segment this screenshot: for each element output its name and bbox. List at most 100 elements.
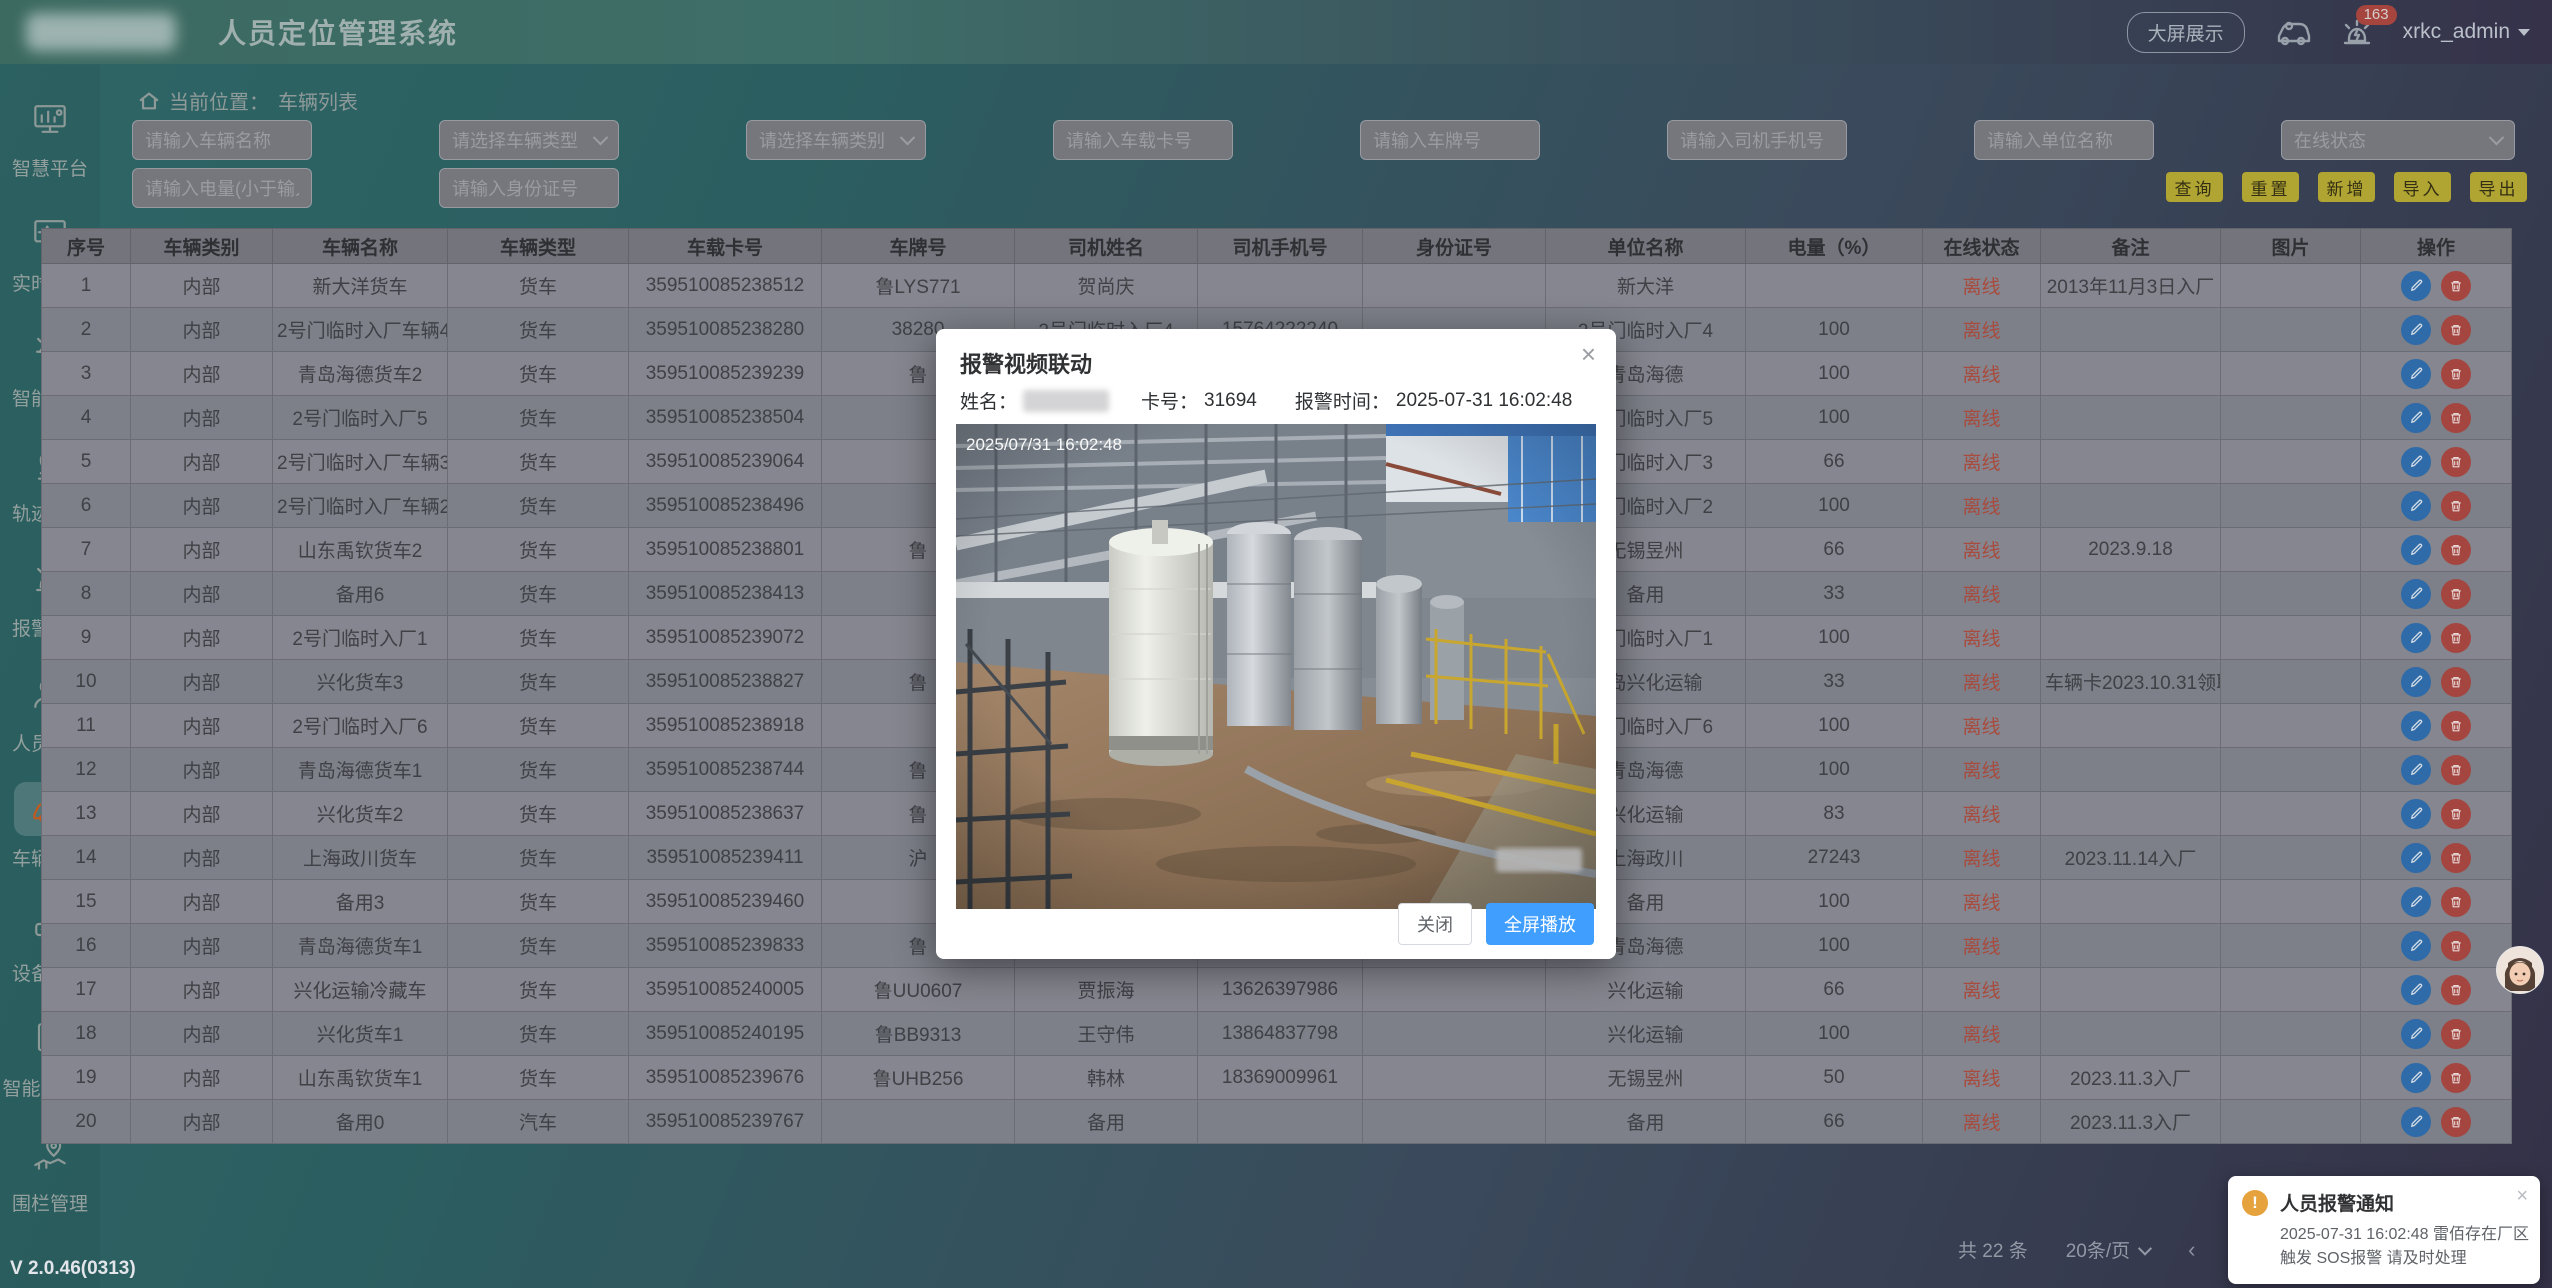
delete-button[interactable]	[2441, 579, 2471, 609]
edit-button[interactable]	[2401, 667, 2431, 697]
edit-button[interactable]	[2401, 799, 2431, 829]
delete-button[interactable]	[2441, 491, 2471, 521]
table-cell: 内部	[131, 1100, 273, 1144]
table-cell	[2221, 264, 2361, 308]
edit-button[interactable]	[2401, 271, 2431, 301]
alarm-notification-icon[interactable]: 163	[2341, 17, 2373, 47]
table-cell: 兴化运输	[1546, 968, 1746, 1012]
table-cell: 2号门临时入厂6	[273, 704, 448, 748]
table-cell: 100	[1746, 352, 1923, 396]
edit-button[interactable]	[2401, 931, 2431, 961]
delete-button[interactable]	[2441, 1107, 2471, 1137]
delete-button[interactable]	[2441, 1019, 2471, 1049]
add-button[interactable]: 新增	[2318, 172, 2375, 202]
sidebar-item-platform[interactable]: 智慧平台	[5, 92, 95, 181]
query-button[interactable]: 查询	[2166, 172, 2223, 202]
column-header: 司机手机号	[1198, 229, 1363, 264]
video-watermark-blur	[1496, 848, 1582, 872]
vehicle-monitor-icon[interactable]	[2275, 17, 2311, 47]
table-cell	[1198, 1100, 1363, 1144]
cell-online-status: 离线	[1923, 308, 2041, 352]
edit-button[interactable]	[2401, 403, 2431, 433]
delete-button[interactable]	[2441, 711, 2471, 741]
edit-button[interactable]	[2401, 1107, 2431, 1137]
placeholder-text: 请输入车辆名称	[145, 127, 271, 153]
fullscreen-play-button[interactable]: 全屏播放	[1486, 903, 1594, 945]
close-icon[interactable]: ×	[2516, 1186, 2528, 1206]
table-cell: 100	[1746, 704, 1923, 748]
table-cell: 新大洋货车	[273, 264, 448, 308]
vehicle-name-input[interactable]: 请输入车辆名称	[132, 120, 312, 160]
battery-input[interactable]: 请输入电量(小于输入值)	[132, 168, 312, 208]
cctv-video-player[interactable]: 2025/07/31 16:02:48	[956, 424, 1596, 909]
cell-online-status: 离线	[1923, 660, 2041, 704]
table-cell: 备用	[1546, 1100, 1746, 1144]
delete-button[interactable]	[2441, 447, 2471, 477]
table-cell: 备用6	[273, 572, 448, 616]
placeholder-text: 请输入电量(小于输入值)	[145, 175, 299, 201]
edit-button[interactable]	[2401, 975, 2431, 1005]
edit-button[interactable]	[2401, 887, 2431, 917]
cell-operations	[2361, 704, 2512, 748]
delete-button[interactable]	[2441, 271, 2471, 301]
delete-button[interactable]	[2441, 667, 2471, 697]
vehicle-type-select[interactable]: 请选择车辆类型	[439, 120, 619, 160]
edit-button[interactable]	[2401, 1019, 2431, 1049]
edit-button[interactable]	[2401, 1063, 2431, 1093]
edit-button[interactable]	[2401, 447, 2431, 477]
table-cell: 内部	[131, 528, 273, 572]
edit-button[interactable]	[2401, 843, 2431, 873]
delete-button[interactable]	[2441, 315, 2471, 345]
edit-button[interactable]	[2401, 535, 2431, 565]
import-button[interactable]: 导入	[2394, 172, 2451, 202]
delete-button[interactable]	[2441, 623, 2471, 653]
cell-operations	[2361, 924, 2512, 968]
cell-online-status: 离线	[1923, 352, 2041, 396]
delete-button[interactable]	[2441, 931, 2471, 961]
table-cell: 内部	[131, 792, 273, 836]
modal-close-button[interactable]: 关闭	[1398, 903, 1472, 945]
edit-button[interactable]	[2401, 755, 2431, 785]
edit-button[interactable]	[2401, 711, 2431, 741]
edit-button[interactable]	[2401, 491, 2431, 521]
table-cell: 内部	[131, 704, 273, 748]
delete-button[interactable]	[2441, 887, 2471, 917]
online-status-select[interactable]: 在线状态	[2281, 120, 2515, 160]
delete-button[interactable]	[2441, 755, 2471, 785]
plate-no-input[interactable]: 请输入车牌号	[1360, 120, 1540, 160]
close-icon[interactable]: ×	[1581, 341, 1596, 367]
delete-button[interactable]	[2441, 1063, 2471, 1093]
platform-icon	[14, 92, 86, 146]
delete-button[interactable]	[2441, 843, 2471, 873]
delete-button[interactable]	[2441, 975, 2471, 1005]
table-cell	[2221, 792, 2361, 836]
table-cell: 兴化货车2	[273, 792, 448, 836]
edit-button[interactable]	[2401, 315, 2431, 345]
reset-button[interactable]: 重置	[2242, 172, 2299, 202]
user-menu[interactable]: xrkc_admin	[2403, 20, 2530, 44]
column-header: 图片	[2221, 229, 2361, 264]
edit-button[interactable]	[2401, 359, 2431, 389]
placeholder-text: 请输入车载卡号	[1066, 127, 1192, 153]
delete-button[interactable]	[2441, 799, 2471, 829]
table-cell	[2221, 616, 2361, 660]
prev-page-button[interactable]: ‹	[2188, 1237, 2195, 1263]
idcard-input[interactable]: 请输入身份证号	[439, 168, 619, 208]
big-screen-button[interactable]: 大屏展示	[2127, 12, 2245, 53]
export-button[interactable]: 导出	[2470, 172, 2527, 202]
floating-assistant-avatar[interactable]	[2496, 946, 2544, 994]
driver-phone-input[interactable]: 请输入司机手机号	[1667, 120, 1847, 160]
edit-button[interactable]	[2401, 579, 2431, 609]
delete-button[interactable]	[2441, 535, 2471, 565]
vehicle-class-select[interactable]: 请选择车辆类别	[746, 120, 926, 160]
cell-operations	[2361, 396, 2512, 440]
assistant-girl-icon	[2497, 947, 2543, 993]
delete-button[interactable]	[2441, 359, 2471, 389]
table-row: 19内部山东禹钦货车1货车359510085239676鲁UHB256韩林183…	[42, 1056, 2512, 1100]
card-no-input[interactable]: 请输入车载卡号	[1053, 120, 1233, 160]
edit-button[interactable]	[2401, 623, 2431, 653]
unit-name-input[interactable]: 请输入单位名称	[1974, 120, 2154, 160]
page-size-select[interactable]: 20条/页	[2066, 1236, 2150, 1263]
table-cell: 66	[1746, 528, 1923, 572]
delete-button[interactable]	[2441, 403, 2471, 433]
